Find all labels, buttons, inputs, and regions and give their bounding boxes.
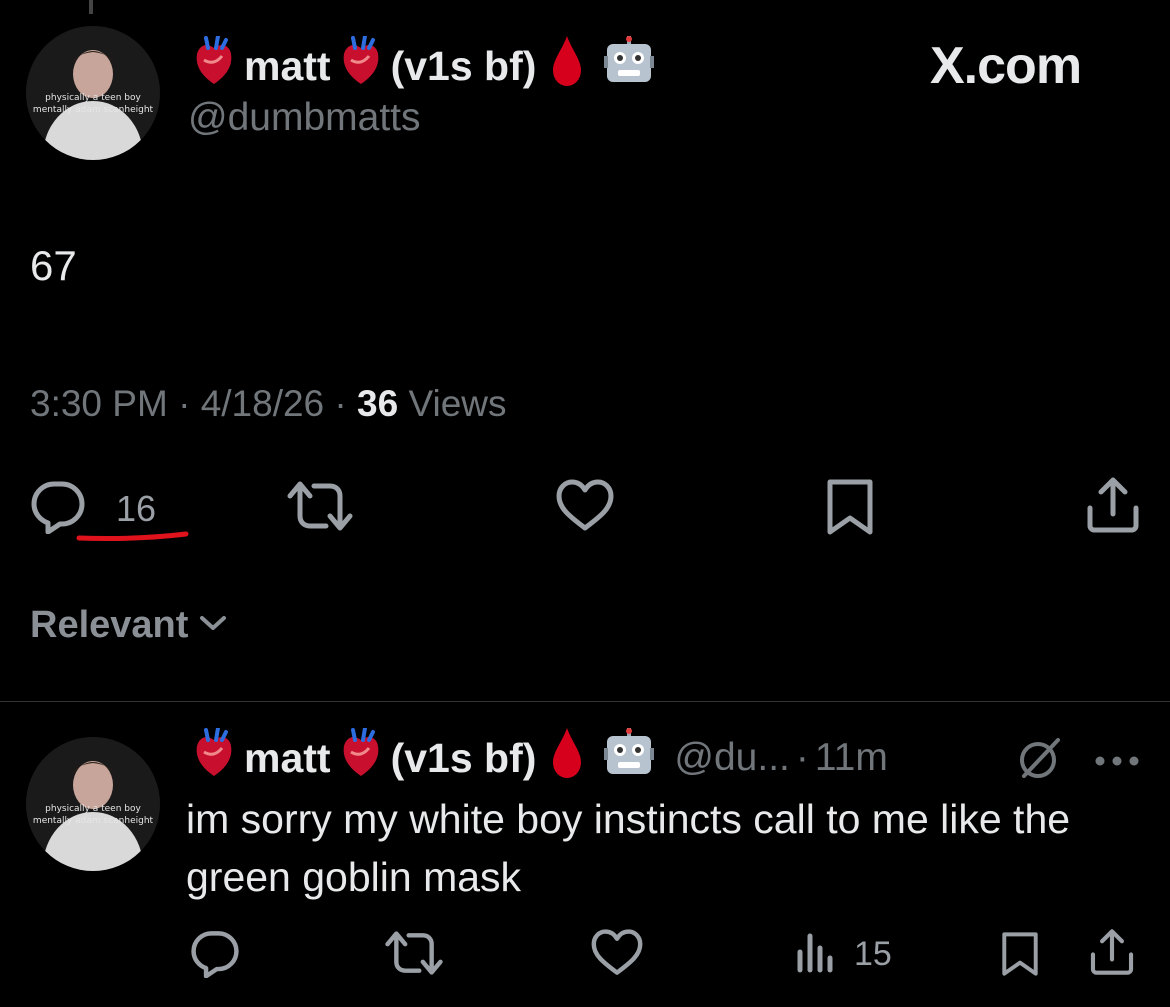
sort-dropdown[interactable]: Relevant	[30, 604, 228, 647]
share-button[interactable]	[1084, 476, 1142, 539]
reply-count: 16	[116, 487, 157, 529]
reply-age[interactable]: 11m	[815, 736, 888, 780]
tweet-text: 67	[30, 242, 77, 289]
robot-icon	[604, 728, 655, 788]
more-button[interactable]	[1094, 754, 1140, 772]
heart-icon	[555, 478, 615, 539]
blood-drop-icon	[550, 34, 584, 98]
reply-share-button[interactable]	[1088, 928, 1136, 981]
retweet-button[interactable]	[286, 478, 354, 539]
anatomical-heart-icon	[192, 726, 236, 788]
reply-display-name-suffix[interactable]: (v1s bf)	[391, 735, 537, 782]
retweet-icon	[286, 478, 354, 539]
reply-like-button[interactable]	[590, 928, 644, 983]
avatar-caption-2: mentally adam scanheight	[33, 105, 154, 115]
tweet-meta: 3:30 PM · 4/18/26 · 36 Views	[30, 383, 507, 424]
anatomical-heart-icon	[339, 726, 383, 788]
views-count: 36	[357, 383, 399, 424]
avatar-caption-2: mentally adam scanheight	[33, 816, 154, 826]
reply-reply-button[interactable]	[190, 928, 240, 983]
display-name-prefix: matt	[244, 42, 331, 89]
bookmark-button[interactable]	[822, 478, 878, 541]
grok-button[interactable]	[1016, 736, 1062, 787]
reply-count-underline	[76, 528, 190, 549]
retweet-icon	[384, 928, 444, 983]
avatar-caption-1: physically a teen boy	[45, 804, 141, 814]
more-icon	[1094, 754, 1140, 772]
reply-display-name-prefix[interactable]: matt	[244, 735, 331, 782]
reply-retweet-button[interactable]	[384, 928, 444, 983]
reply-icon	[190, 928, 240, 983]
scroll-indicator	[89, 0, 93, 14]
tweet-time: 3:30 PM	[30, 383, 168, 424]
divider	[0, 701, 1170, 702]
reply-separator: ·	[795, 736, 809, 779]
bookmark-icon	[998, 930, 1042, 983]
reply-header: matt (v1s bf) @du... · 11m	[192, 726, 888, 790]
share-icon	[1088, 928, 1136, 981]
avatar[interactable]: physically a teen boy mentally adam scan…	[26, 26, 160, 160]
chevron-down-icon	[198, 613, 228, 638]
blood-drop-icon	[550, 726, 584, 790]
tweet-date: 4/18/26	[200, 383, 325, 424]
display-name-suffix: (v1s bf)	[390, 42, 537, 89]
reply-avatar[interactable]: physically a teen boy mentally adam scan…	[26, 737, 160, 871]
reply-text: im sorry my white boy instincts call to …	[186, 796, 1071, 900]
handle[interactable]: @dumbmatts	[188, 96, 421, 140]
heart-icon	[590, 928, 644, 983]
bookmark-icon	[822, 478, 878, 541]
reply-views-count: 15	[854, 935, 892, 973]
share-icon	[1084, 476, 1142, 539]
reply-bookmark-button[interactable]	[998, 930, 1042, 983]
sort-label: Relevant	[30, 604, 189, 646]
anatomical-heart-icon	[339, 34, 383, 96]
views-label[interactable]: Views	[408, 383, 506, 424]
watermark: X.com	[930, 37, 1082, 95]
robot-icon	[604, 36, 655, 96]
grok-icon	[1016, 736, 1062, 787]
reply-handle[interactable]: @du...	[674, 736, 789, 780]
analytics-icon	[796, 930, 836, 979]
reply-views-button[interactable]: 15	[796, 930, 892, 979]
anatomical-heart-icon	[192, 34, 236, 96]
avatar-caption-1: physically a teen boy	[45, 93, 141, 103]
display-name[interactable]: matt (v1s bf)	[192, 34, 655, 98]
like-button[interactable]	[555, 478, 615, 539]
